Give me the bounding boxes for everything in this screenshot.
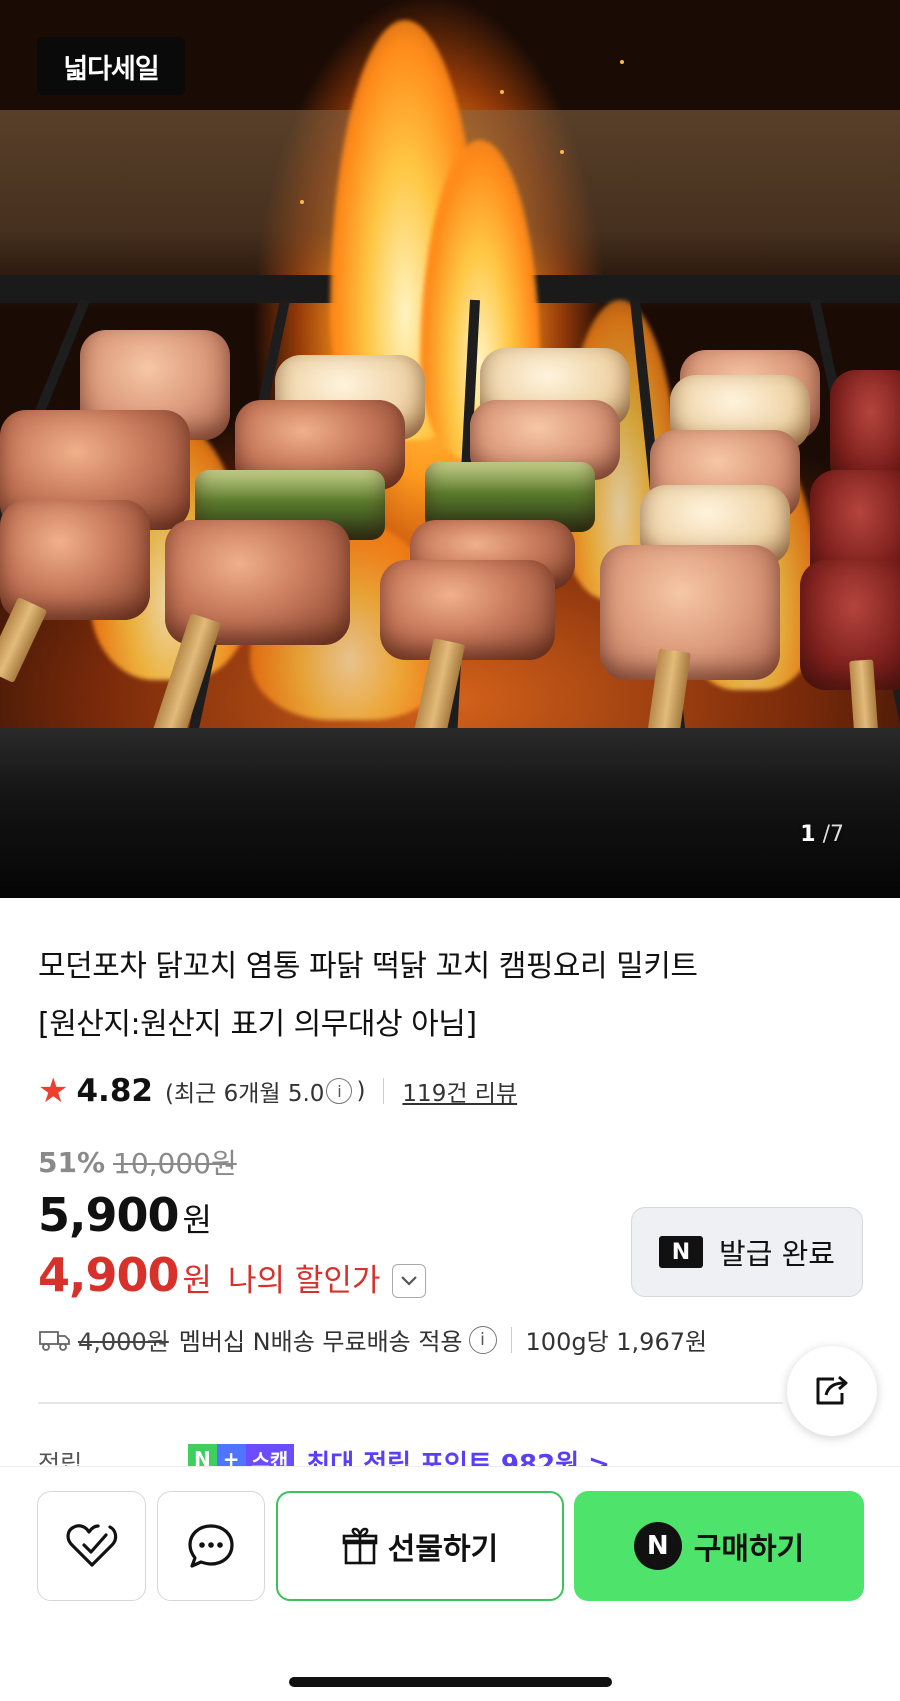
review-link[interactable]: 119건 리뷰 — [402, 1074, 517, 1108]
brand-badge: 넓다세일 — [37, 37, 185, 95]
my-price-label: 나의 할인가 — [227, 1263, 381, 1299]
my-price-value: 4,900 — [38, 1248, 180, 1302]
original-price: 10,000원 — [113, 1147, 237, 1180]
sale-price-value: 5,900 — [38, 1188, 180, 1242]
chevron-down-icon[interactable] — [392, 1264, 427, 1298]
product-title-line1: 모던포차 닭꼬치 염통 파닭 떡닭 꼬치 캠핑요리 밀키트 — [38, 949, 698, 984]
spark — [500, 90, 504, 94]
my-discount-price: 4,900 원 나의 할인가 — [38, 1248, 427, 1302]
buy-button-label: 구매하기 — [693, 1532, 805, 1567]
grill-front — [0, 728, 900, 898]
shipping-row: 4,000원 멤버십 N배송 무료배송 적용 i 100g당 1,967원 — [38, 1322, 707, 1357]
discount-percent: 51% — [38, 1145, 106, 1179]
discount-row: 51% 10,000원 — [38, 1142, 237, 1182]
section-divider — [38, 1402, 783, 1404]
rating-score: 4.82 — [76, 1073, 153, 1109]
share-button[interactable] — [787, 1346, 877, 1436]
buy-button[interactable]: N 구매하기 — [574, 1491, 864, 1601]
home-indicator[interactable] — [289, 1677, 612, 1687]
product-title: 모던포차 닭꼬치 염통 파닭 떡닭 꼬치 캠핑요리 밀키트 [원산지:원산지 표… — [38, 938, 868, 1054]
product-title-line2: [원산지:원산지 표기 의무대상 아님] — [38, 1007, 477, 1042]
info-circle-icon[interactable]: i — [326, 1078, 353, 1104]
gift-box-icon — [342, 1527, 378, 1565]
coupon-button-label: 발급 완료 — [719, 1237, 835, 1271]
spark — [300, 200, 304, 204]
skewer-meat — [380, 560, 555, 660]
rating-recent-close: ) — [356, 1078, 366, 1104]
info-circle-icon[interactable]: i — [468, 1325, 497, 1354]
star-icon: ★ — [38, 1071, 69, 1111]
divider — [510, 1326, 512, 1353]
pager-current: 1 — [800, 822, 816, 847]
sale-price: 5,900 원 — [38, 1188, 212, 1242]
shipping-original-fee: 4,000원 — [78, 1328, 169, 1356]
skewer-meat — [600, 545, 780, 680]
heart-check-icon — [66, 1524, 117, 1567]
like-button[interactable] — [37, 1491, 146, 1601]
delivery-truck-icon — [39, 1330, 70, 1351]
my-price-unit: 원 — [182, 1261, 212, 1299]
chat-bubble-icon — [188, 1524, 234, 1568]
share-arrow-icon — [816, 1375, 848, 1405]
product-image-carousel[interactable]: 넓다세일 1 /7 — [0, 0, 900, 898]
pager-separator: / — [822, 822, 830, 847]
spark — [560, 150, 564, 154]
naver-pay-icon: N — [633, 1522, 682, 1570]
divider — [383, 1078, 385, 1104]
shipping-text: 멤버십 N배송 무료배송 적용 — [178, 1328, 463, 1356]
naver-n-icon: N — [659, 1236, 704, 1268]
bottom-action-bar: 선물하기 N 구매하기 — [0, 1466, 900, 1701]
gift-button-label: 선물하기 — [387, 1532, 499, 1567]
talktalk-button[interactable] — [157, 1491, 265, 1601]
pager-total: 7 — [830, 822, 844, 847]
sale-price-unit: 원 — [182, 1201, 212, 1239]
rating-recent: (최근 6개월 5.0 — [164, 1081, 325, 1107]
coupon-issued-button[interactable]: N 발급 완료 — [631, 1207, 863, 1297]
gift-button[interactable]: 선물하기 — [276, 1491, 564, 1601]
image-pager: 1 /7 — [800, 822, 844, 847]
spark — [620, 60, 624, 64]
unit-price: 100g당 1,967원 — [525, 1328, 708, 1356]
rating-row: ★ 4.82 (최근 6개월 5.0 i ) 119건 리뷰 — [38, 1070, 517, 1112]
